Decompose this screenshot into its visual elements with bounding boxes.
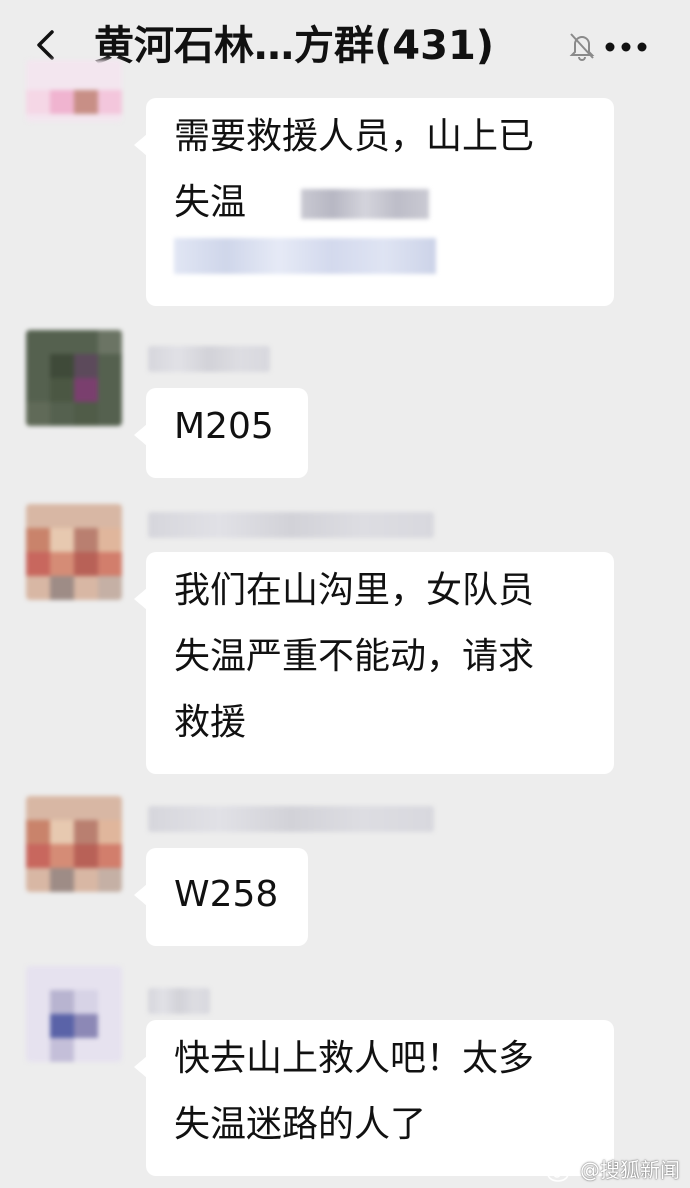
avatar[interactable] bbox=[26, 60, 122, 122]
sender-name-redacted bbox=[148, 512, 434, 538]
message-line: 失温迷路的人了 bbox=[174, 1104, 427, 1145]
message-line: 快去山上救人吧！太多 bbox=[174, 1038, 535, 1079]
weibo-icon bbox=[547, 1163, 573, 1182]
message-line: 我们在山沟里，女队员 bbox=[174, 570, 535, 611]
sender-name-redacted bbox=[148, 346, 270, 372]
redacted-phone bbox=[301, 189, 430, 219]
message-bubble[interactable]: 我们在山沟里，女队员 失温严重不能动，请求 救援 bbox=[134, 552, 614, 774]
message-line: W258 bbox=[174, 874, 279, 915]
avatar[interactable] bbox=[26, 504, 122, 600]
message-bubble[interactable]: 需要救援人员，山上已 失温 bbox=[134, 98, 614, 306]
avatar[interactable] bbox=[26, 966, 122, 1062]
message-line: 失温 bbox=[174, 182, 247, 223]
group-title: 黄河石林…方群(431) bbox=[94, 23, 495, 69]
more-icon[interactable] bbox=[604, 40, 648, 54]
sender-name-redacted bbox=[148, 988, 210, 1014]
mute-bell-icon bbox=[569, 33, 595, 61]
watermark-text: @搜狐新闻 bbox=[580, 1158, 680, 1182]
sender-name-redacted bbox=[148, 806, 434, 832]
redacted-number bbox=[174, 238, 436, 274]
message-line: M205 bbox=[174, 406, 274, 447]
avatar[interactable] bbox=[26, 796, 122, 892]
message-bubble[interactable]: W258 bbox=[134, 848, 308, 946]
avatar[interactable] bbox=[26, 330, 122, 426]
message-bubble[interactable]: M205 bbox=[134, 388, 308, 478]
message-line: 救援 bbox=[174, 702, 247, 743]
message-bubble[interactable]: 快去山上救人吧！太多 失温迷路的人了 bbox=[134, 1020, 614, 1176]
message-line: 需要救援人员，山上已 bbox=[174, 116, 535, 157]
message-line: 失温严重不能动，请求 bbox=[174, 636, 535, 677]
back-icon[interactable] bbox=[30, 28, 64, 62]
watermark: @搜狐新闻 bbox=[546, 1154, 680, 1183]
